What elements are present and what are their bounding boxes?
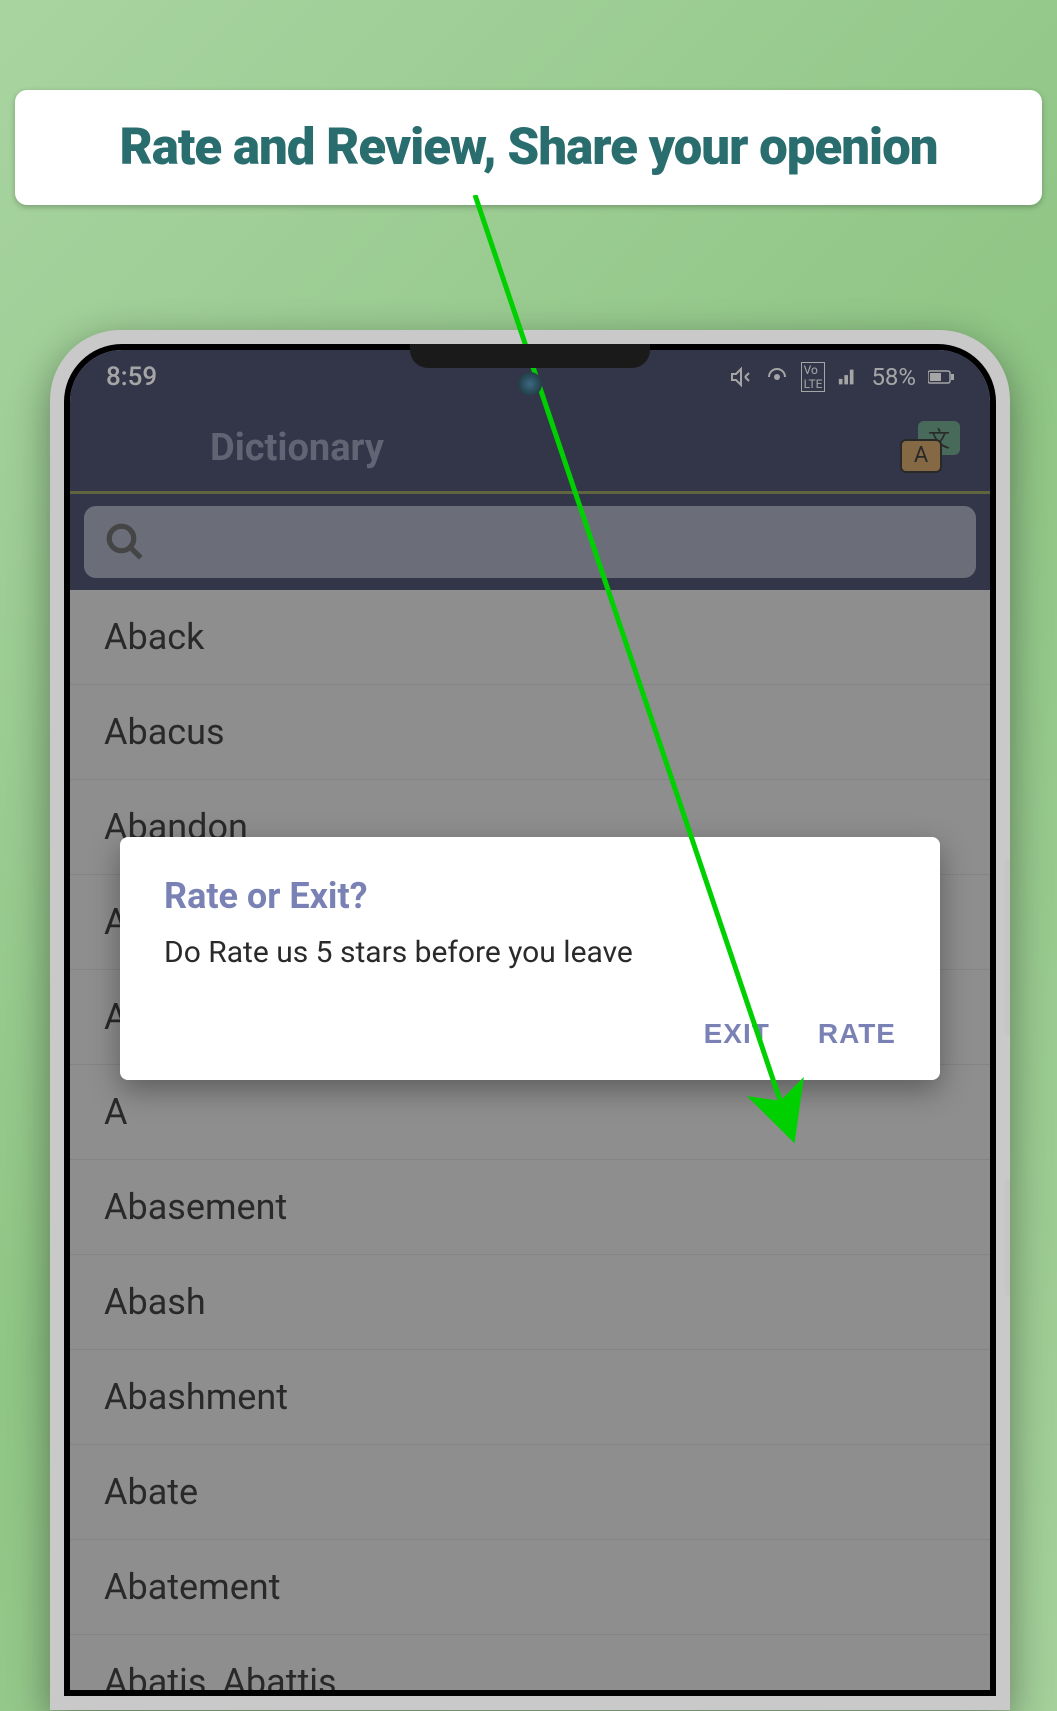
phone-notch [410,344,650,368]
phone-camera [518,372,542,396]
dialog-message: Do Rate us 5 stars before you leave [164,935,896,970]
dialog-actions: EXIT RATE [164,1018,896,1050]
rate-dialog: Rate or Exit? Do Rate us 5 stars before … [120,837,940,1080]
promo-banner: Rate and Review, Share your openion [15,90,1042,205]
rate-button[interactable]: RATE [818,1018,896,1050]
phone-side-button [1005,860,1010,1035]
dialog-title: Rate or Exit? [164,875,896,917]
banner-text: Rate and Review, Share your openion [35,118,1022,177]
phone-side-button-2 [1005,1180,1010,1295]
phone-screen: 8:59 VoLTE 58% Dictionary 文 A [70,350,990,1690]
phone-frame: 8:59 VoLTE 58% Dictionary 文 A [50,330,1010,1710]
exit-button[interactable]: EXIT [704,1018,770,1050]
